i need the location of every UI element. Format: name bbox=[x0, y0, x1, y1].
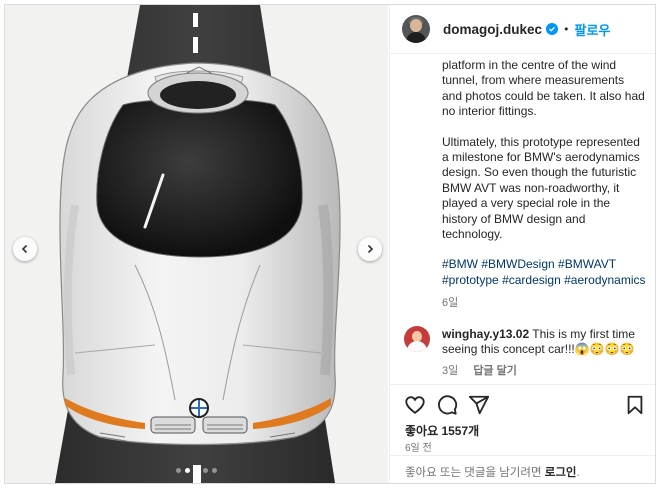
next-slide-button[interactable] bbox=[358, 237, 382, 261]
hashtag-link[interactable]: #BMW bbox=[442, 257, 478, 271]
comment-button[interactable] bbox=[436, 394, 458, 416]
login-prompt-text: 좋아요 또는 댓글을 남기려면 로그인. bbox=[405, 464, 580, 480]
chevron-right-icon bbox=[367, 244, 374, 254]
login-link[interactable]: 로그인 bbox=[545, 467, 577, 479]
post-actions: 좋아요 1557개 6일 전 좋아요 또는 댓글을 남기려면 로그인. bbox=[390, 384, 655, 483]
author-username[interactable]: domagoj.dukec bbox=[443, 22, 542, 37]
carousel-indicator bbox=[5, 468, 388, 473]
carousel-dot bbox=[203, 468, 208, 473]
paper-plane-icon bbox=[468, 395, 490, 415]
post-header: domagoj.dukec • 팔로우 bbox=[390, 5, 655, 54]
comment-icon bbox=[438, 395, 458, 415]
save-button[interactable] bbox=[624, 394, 646, 416]
action-icons bbox=[402, 390, 650, 420]
carousel-dot bbox=[185, 468, 190, 473]
comment-timestamp[interactable]: 3일 bbox=[442, 365, 458, 377]
carousel-dot bbox=[194, 468, 199, 473]
share-button[interactable] bbox=[468, 394, 490, 416]
author-avatar[interactable] bbox=[402, 15, 430, 43]
comment-body: winghay.y13.02 This is my first time see… bbox=[442, 327, 647, 358]
caption-paragraph: Ultimately, this prototype represented a… bbox=[442, 134, 640, 242]
comments-scroll-area[interactable]: platform in the centre of the wind tunne… bbox=[390, 54, 655, 384]
hashtag-link[interactable]: #BMWDesign bbox=[481, 257, 554, 271]
hashtag-link[interactable]: #prototype bbox=[442, 273, 499, 287]
post-date[interactable]: 6일 전 bbox=[405, 439, 432, 454]
hashtag-list: #BMW #BMWDesign #BMWAVT #prototype #card… bbox=[442, 257, 647, 288]
chevron-left-icon bbox=[21, 244, 28, 254]
hashtag-link[interactable]: #aerodynamics bbox=[564, 273, 645, 287]
comment-meta: 3일 답글 달기 bbox=[442, 362, 517, 378]
carousel-dot bbox=[212, 468, 217, 473]
separator-dot: • bbox=[563, 22, 570, 36]
like-button[interactable] bbox=[404, 394, 426, 416]
commenter-username[interactable]: winghay.y13.02 bbox=[442, 327, 529, 341]
previous-slide-button[interactable] bbox=[13, 237, 37, 261]
post-image[interactable] bbox=[5, 5, 388, 483]
caption-timestamp[interactable]: 6일 bbox=[442, 294, 458, 310]
hashtag-link[interactable]: #cardesign bbox=[502, 273, 561, 287]
caption-paragraph: platform in the centre of the wind tunne… bbox=[442, 58, 645, 119]
carousel-dot bbox=[176, 468, 181, 473]
post-caption: platform in the centre of the wind tunne… bbox=[442, 58, 647, 288]
verified-badge-icon bbox=[546, 23, 559, 35]
bookmark-icon bbox=[627, 395, 643, 415]
post-dialog: domagoj.dukec • 팔로우 platform in the cent… bbox=[4, 4, 656, 484]
login-prompt-suffix: . bbox=[576, 467, 580, 479]
hashtag-link[interactable]: #BMWAVT bbox=[558, 257, 616, 271]
bmw-avt-sketch bbox=[5, 5, 388, 483]
reply-button[interactable]: 답글 달기 bbox=[473, 365, 517, 377]
heart-icon bbox=[405, 396, 425, 414]
follow-button[interactable]: 팔로우 bbox=[575, 20, 611, 39]
login-prompt-message: 좋아요 또는 댓글을 남기려면 bbox=[405, 467, 542, 479]
post-sidebar: domagoj.dukec • 팔로우 platform in the cent… bbox=[389, 5, 655, 483]
login-prompt: 좋아요 또는 댓글을 남기려면 로그인. bbox=[390, 455, 655, 483]
like-count[interactable]: 좋아요 1557개 bbox=[405, 422, 479, 439]
commenter-avatar[interactable] bbox=[404, 326, 430, 352]
